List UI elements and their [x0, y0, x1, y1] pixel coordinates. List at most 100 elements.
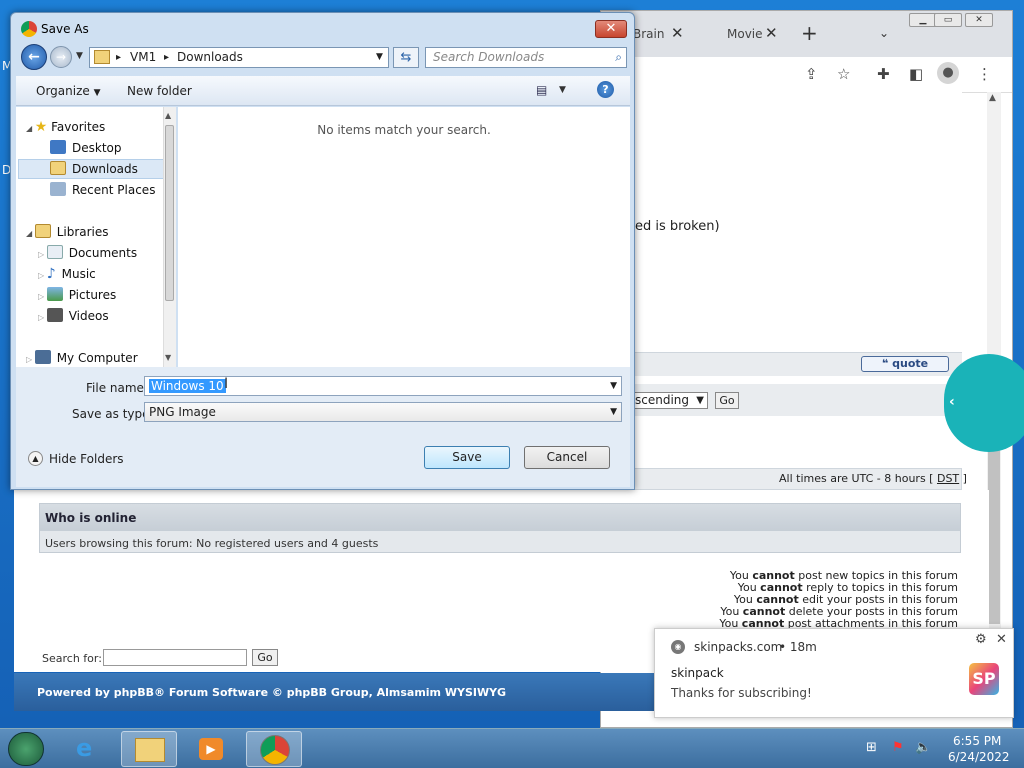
- file-name-input[interactable]: Windows 10 ▼: [144, 376, 622, 396]
- close-icon[interactable]: ✕: [595, 20, 627, 38]
- start-orb-icon[interactable]: [8, 732, 44, 766]
- taskbar-internet-explorer[interactable]: e: [62, 731, 118, 767]
- close-icon[interactable]: ✕: [996, 632, 1007, 647]
- chevron-down-icon[interactable]: ▼: [559, 85, 566, 95]
- taskbar-media-player[interactable]: ▶: [183, 731, 239, 767]
- breadcrumb-chevron-icon[interactable]: ▸: [164, 48, 169, 67]
- folder-icon: [135, 738, 165, 762]
- chevron-down-icon: ▼: [610, 407, 617, 417]
- menu-kebab-icon[interactable]: ⋮: [977, 65, 992, 83]
- nav-documents[interactable]: ▷ Documents: [38, 243, 137, 263]
- scroll-up-arrow-icon[interactable]: ▲: [165, 111, 171, 120]
- expand-triangle-icon: ▷: [38, 271, 47, 280]
- search-input[interactable]: Search Downloads ⌕: [425, 47, 627, 68]
- tab-title[interactable]: Brain: [633, 27, 664, 41]
- help-icon[interactable]: ?: [597, 81, 614, 98]
- volume-icon[interactable]: 🔈: [915, 740, 931, 755]
- save-button[interactable]: Save: [424, 446, 510, 469]
- notification-age: • 18m: [779, 640, 817, 654]
- nav-recent-places[interactable]: Recent Places: [50, 180, 155, 200]
- save-as-type-value: PNG Image: [149, 405, 216, 419]
- side-panel-icon[interactable]: ◧: [909, 65, 923, 83]
- collapse-up-icon[interactable]: ▲: [28, 451, 43, 466]
- chevron-down-icon: ▼: [696, 395, 704, 406]
- scroll-down-arrow-icon[interactable]: ▼: [165, 353, 171, 362]
- recent-locations-chevron-icon[interactable]: ▼: [76, 51, 83, 61]
- sort-order-select[interactable]: scending ▼: [630, 392, 708, 409]
- videos-icon: [46, 308, 63, 322]
- cancel-button[interactable]: Cancel: [524, 446, 610, 469]
- tab-close-icon[interactable]: ✕: [671, 24, 684, 42]
- empty-message: No items match your search.: [317, 123, 491, 137]
- tab-close-icon[interactable]: ✕: [765, 24, 778, 42]
- file-list[interactable]: No items match your search.: [178, 107, 630, 367]
- save-as-type-label: Save as type:: [72, 407, 154, 421]
- expand-triangle-icon: ▷: [38, 313, 47, 322]
- save-as-type-select[interactable]: PNG Image ▼: [144, 402, 622, 422]
- refresh-icon[interactable]: ⇆: [393, 47, 419, 68]
- nav-favorites-label: Favorites: [51, 120, 106, 134]
- profile-avatar-icon[interactable]: ●: [937, 62, 959, 84]
- nav-libraries[interactable]: ◢ Libraries: [26, 222, 109, 242]
- tab-search-chevron-icon[interactable]: ⌄: [879, 26, 889, 40]
- tab-title[interactable]: Movie: [727, 27, 763, 41]
- go-button[interactable]: Go: [715, 392, 739, 409]
- hide-folders-button[interactable]: Hide Folders: [49, 452, 124, 466]
- nav-pictures[interactable]: ▷ Pictures: [38, 285, 116, 305]
- notification-body: Thanks for subscribing!: [671, 686, 812, 700]
- internet-explorer-icon: e: [76, 734, 93, 762]
- gear-icon[interactable]: ⚙: [975, 632, 987, 647]
- taskbar-explorer[interactable]: [121, 731, 177, 767]
- chevron-left-icon[interactable]: ‹: [949, 394, 955, 410]
- clock-date[interactable]: 6/24/2022: [948, 750, 1010, 764]
- new-folder-button[interactable]: New folder: [127, 84, 192, 98]
- quote-button[interactable]: ❝ quote: [861, 356, 949, 372]
- who-is-online-panel: Who is online Users browsing this forum:…: [39, 503, 961, 553]
- share-icon[interactable]: ⇪: [805, 65, 818, 83]
- users-browsing-text: Users browsing this forum: No registered…: [45, 537, 379, 550]
- post-body: [600, 90, 962, 380]
- dst-link[interactable]: DST: [937, 472, 959, 485]
- breadcrumb-chevron-icon[interactable]: ▸: [116, 48, 121, 67]
- new-tab-icon[interactable]: +: [801, 21, 818, 45]
- back-arrow-icon[interactable]: ←: [21, 44, 47, 70]
- scroll-up-arrow-icon[interactable]: ▲: [989, 93, 996, 103]
- chevron-down-icon[interactable]: ▼: [376, 48, 383, 67]
- close-icon[interactable]: ✕: [965, 13, 993, 27]
- nav-music[interactable]: ▷ ♪ Music: [38, 264, 96, 284]
- bookmark-star-icon[interactable]: ☆: [837, 65, 850, 83]
- nav-favorites[interactable]: ◢ ★ Favorites: [26, 117, 105, 137]
- nav-desktop[interactable]: Desktop: [50, 138, 122, 158]
- network-icon[interactable]: ⊞: [866, 740, 877, 755]
- nav-music-label: Music: [61, 267, 96, 281]
- chrome-icon: [21, 21, 37, 37]
- side-widget-toggle[interactable]: [944, 354, 1024, 452]
- nav-videos[interactable]: ▷ Videos: [38, 306, 109, 326]
- search-go-button[interactable]: Go: [252, 649, 278, 666]
- view-options-icon[interactable]: ▤: [536, 83, 547, 97]
- organize-label: Organize: [36, 84, 90, 98]
- breadcrumb-downloads[interactable]: Downloads: [177, 48, 243, 67]
- nav-downloads[interactable]: Downloads: [50, 159, 138, 179]
- nav-pictures-label: Pictures: [68, 288, 117, 302]
- forward-arrow-icon[interactable]: →: [50, 46, 72, 68]
- action-center-flag-icon[interactable]: ⚑: [892, 740, 904, 755]
- skinpack-logo: SP: [969, 663, 999, 695]
- forum-search-input[interactable]: [103, 649, 247, 666]
- tab-strip: Brain ✕ Movie ✕ + ⌄ ▁ ▭ ✕: [601, 11, 1012, 57]
- clock-time[interactable]: 6:55 PM: [953, 734, 1001, 748]
- address-bar[interactable]: ▸ VM1 ▸ Downloads ▼: [89, 47, 389, 68]
- extensions-puzzle-icon[interactable]: ✚: [877, 65, 890, 83]
- nav-scrollbar-thumb[interactable]: [165, 125, 174, 301]
- maximize-icon[interactable]: ▭: [934, 13, 962, 27]
- minimize-icon[interactable]: ▁: [909, 13, 937, 27]
- breadcrumb-vm1[interactable]: VM1: [130, 48, 156, 67]
- forum-footer: Powered by phpBB® Forum Software © phpBB…: [14, 673, 654, 711]
- organize-button[interactable]: Organize ▼: [36, 84, 101, 98]
- taskbar: e ▶ ⊞ ⚑ 🔈 6:55 PM 6/24/2022: [0, 728, 1024, 768]
- taskbar-chrome[interactable]: [246, 731, 302, 767]
- notification-toast[interactable]: ◉ skinpacks.com • 18m ⚙ ✕ skinpack Thank…: [654, 628, 1014, 718]
- timezone-close: ]: [962, 472, 967, 485]
- nav-my-computer[interactable]: ▷ My Computer: [26, 348, 138, 368]
- nav-downloads-label: Downloads: [72, 162, 138, 176]
